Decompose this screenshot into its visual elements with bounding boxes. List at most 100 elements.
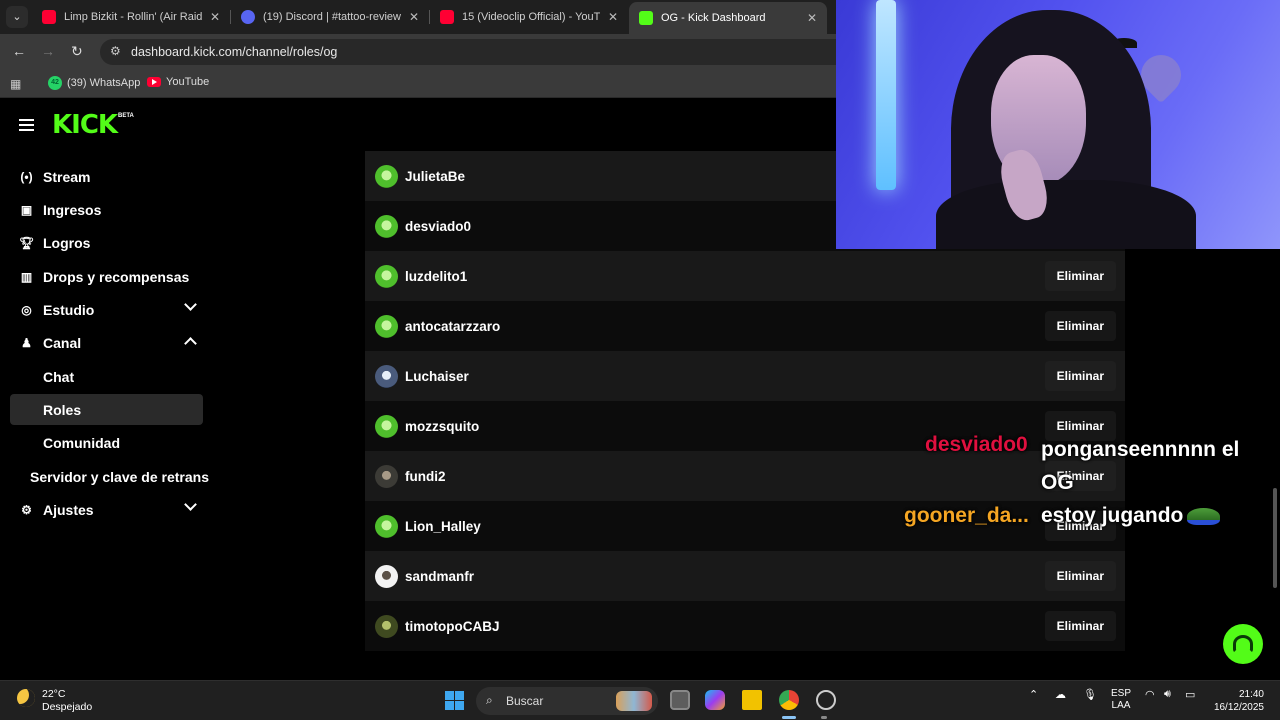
chat-overlay-message-row: estoy jugando	[1041, 504, 1221, 528]
sidebar-item-logros[interactable]: 🏆︎ Logros	[10, 227, 203, 258]
remove-button[interactable]: Eliminar	[1044, 561, 1116, 591]
sidebar-item-drops[interactable]: ▥ Drops y recompensas	[10, 261, 203, 292]
scrollbar[interactable]	[1273, 488, 1277, 588]
sidebar-item-chat[interactable]: Chat	[10, 361, 203, 392]
username[interactable]: timotopoCABJ	[405, 619, 500, 634]
wifi-icon[interactable]: ◠	[1145, 688, 1155, 701]
obs-icon[interactable]	[816, 690, 836, 710]
discord-favicon-icon	[241, 10, 255, 24]
sidebar-item-roles[interactable]: Roles	[10, 394, 203, 425]
taskbar: 22°C Despejado ⌕ Buscar ⌃ ☁ 🎙︎ ESP LAA ◠…	[0, 680, 1280, 720]
sidebar-item-ingresos[interactable]: ▣ Ingresos	[10, 194, 203, 225]
remove-button[interactable]: Eliminar	[1044, 261, 1116, 291]
browser-tab[interactable]: (19) Discord | #tattoo-review | C ✕	[231, 4, 429, 30]
chevron-down-icon[interactable]	[184, 498, 197, 511]
avatar	[375, 414, 398, 438]
sidebar-item-stream[interactable]: (•) Stream	[10, 161, 203, 192]
search-icon: ⌕	[486, 693, 493, 707]
weather-condition: Despejado	[42, 701, 93, 713]
forward-arrow-icon[interactable]: →	[41, 43, 55, 59]
sidebar-item-stream-key[interactable]: Servidor y clave de retrans	[10, 461, 220, 492]
sidebar-item-comunidad[interactable]: Comunidad	[10, 427, 203, 458]
browser-tab[interactable]: 15 (Videoclip Official) - YouTub ✕	[430, 4, 628, 30]
microphone-icon[interactable]: 🎙︎	[1083, 688, 1097, 701]
reload-icon[interactable]: ↻	[71, 43, 83, 60]
chevron-down-icon[interactable]	[184, 298, 197, 311]
layout-code: LAA	[1111, 700, 1131, 711]
chrome-icon[interactable]	[779, 690, 799, 710]
gift-icon: ▥	[20, 269, 33, 284]
back-arrow-icon[interactable]: ←	[12, 43, 26, 59]
username[interactable]: JulietaBe	[405, 169, 465, 184]
search-highlight-icon	[616, 691, 652, 711]
sidebar-item-label: Ingresos	[43, 201, 102, 218]
browser-tab[interactable]: Limp Bizkit - Rollin' (Air Raid Ve ✕	[32, 4, 230, 30]
chat-overlay-message: estoy jugando	[1041, 504, 1184, 527]
chat-overlay-message: ponganseennnnn el OG	[1041, 438, 1240, 494]
avatar	[375, 564, 398, 588]
bookmark-whatsapp[interactable]: 42 (39) WhatsApp	[48, 76, 140, 90]
close-tab-icon[interactable]: ✕	[807, 11, 817, 25]
gear-icon: ⚙	[21, 502, 32, 517]
username[interactable]: mozzsquito	[405, 419, 479, 434]
youtube-favicon-icon	[42, 10, 56, 24]
beta-badge: BETA	[118, 113, 134, 119]
broadcast-icon: (•)	[20, 169, 33, 184]
menu-icon[interactable]	[19, 119, 34, 134]
streamer-body	[936, 180, 1196, 249]
table-row: luzdelito1 Eliminar	[365, 251, 1125, 301]
file-explorer-icon[interactable]	[742, 690, 762, 710]
close-tab-icon[interactable]: ✕	[608, 10, 618, 24]
task-view-icon[interactable]	[670, 690, 690, 710]
tab-title: OG - Kick Dashboard	[661, 12, 766, 24]
username[interactable]: sandmanfr	[405, 569, 474, 584]
battery-icon[interactable]: ▭	[1185, 688, 1195, 701]
tab-search-button[interactable]: ⌄	[6, 6, 28, 28]
copilot-icon[interactable]	[705, 690, 725, 710]
avatar	[375, 364, 398, 388]
clock[interactable]: 21:40 16/12/2025	[1210, 688, 1264, 714]
username[interactable]: Lion_Halley	[405, 519, 481, 534]
username[interactable]: Luchaiser	[405, 369, 469, 384]
username[interactable]: desviado0	[405, 219, 471, 234]
sidebar-item-canal[interactable]: ♟ Canal	[10, 327, 203, 358]
username[interactable]: antocatarzzaro	[405, 319, 500, 334]
taskbar-search[interactable]: ⌕ Buscar	[476, 687, 658, 715]
whatsapp-icon: 42	[48, 76, 62, 90]
avatar	[375, 264, 398, 288]
windows-start-icon[interactable]	[445, 691, 464, 710]
sidebar-item-label: Drops y recompensas	[43, 268, 190, 285]
input-language[interactable]: ESP LAA	[1111, 688, 1131, 712]
weather-widget[interactable]: 22°C Despejado	[42, 688, 92, 714]
table-row: Luchaiser Eliminar	[365, 351, 1125, 401]
username[interactable]: fundi2	[405, 469, 446, 484]
moon-icon[interactable]	[17, 689, 35, 707]
sidebar-item-label: Canal	[43, 334, 82, 351]
led-light	[876, 0, 896, 190]
sidebar-item-label: Servidor y clave de retrans	[30, 468, 209, 485]
remove-button[interactable]: Eliminar	[1044, 611, 1116, 641]
youtube-icon	[147, 77, 161, 87]
sidebar-item-label: Comunidad	[43, 434, 120, 451]
site-info-icon[interactable]: ⚙	[110, 44, 121, 58]
sidebar-item-label: Chat	[43, 368, 75, 385]
chevron-up-icon[interactable]: ⌃	[1029, 688, 1038, 701]
bookmark-youtube[interactable]: YouTube	[147, 76, 209, 88]
chevron-up-icon[interactable]	[184, 337, 197, 350]
sidebar-item-label: Ajustes	[43, 501, 94, 518]
apps-grid-icon[interactable]: ▦	[10, 77, 21, 91]
close-tab-icon[interactable]: ✕	[210, 10, 220, 24]
avatar	[375, 614, 398, 638]
sidebar-item-ajustes[interactable]: ⚙ Ajustes	[10, 494, 203, 525]
kick-logo[interactable]: KICK	[52, 111, 118, 139]
sidebar-item-estudio[interactable]: ◎ Estudio	[10, 294, 203, 325]
username[interactable]: luzdelito1	[405, 269, 467, 284]
support-button[interactable]	[1223, 624, 1263, 664]
volume-icon[interactable]: 🔊︎	[1164, 688, 1171, 701]
browser-tab-active[interactable]: OG - Kick Dashboard ✕	[629, 2, 827, 34]
remove-button[interactable]: Eliminar	[1044, 361, 1116, 391]
url-text[interactable]: dashboard.kick.com/channel/roles/og	[131, 45, 337, 59]
close-tab-icon[interactable]: ✕	[409, 10, 419, 24]
remove-button[interactable]: Eliminar	[1044, 311, 1116, 341]
cloud-icon[interactable]: ☁	[1055, 688, 1066, 701]
